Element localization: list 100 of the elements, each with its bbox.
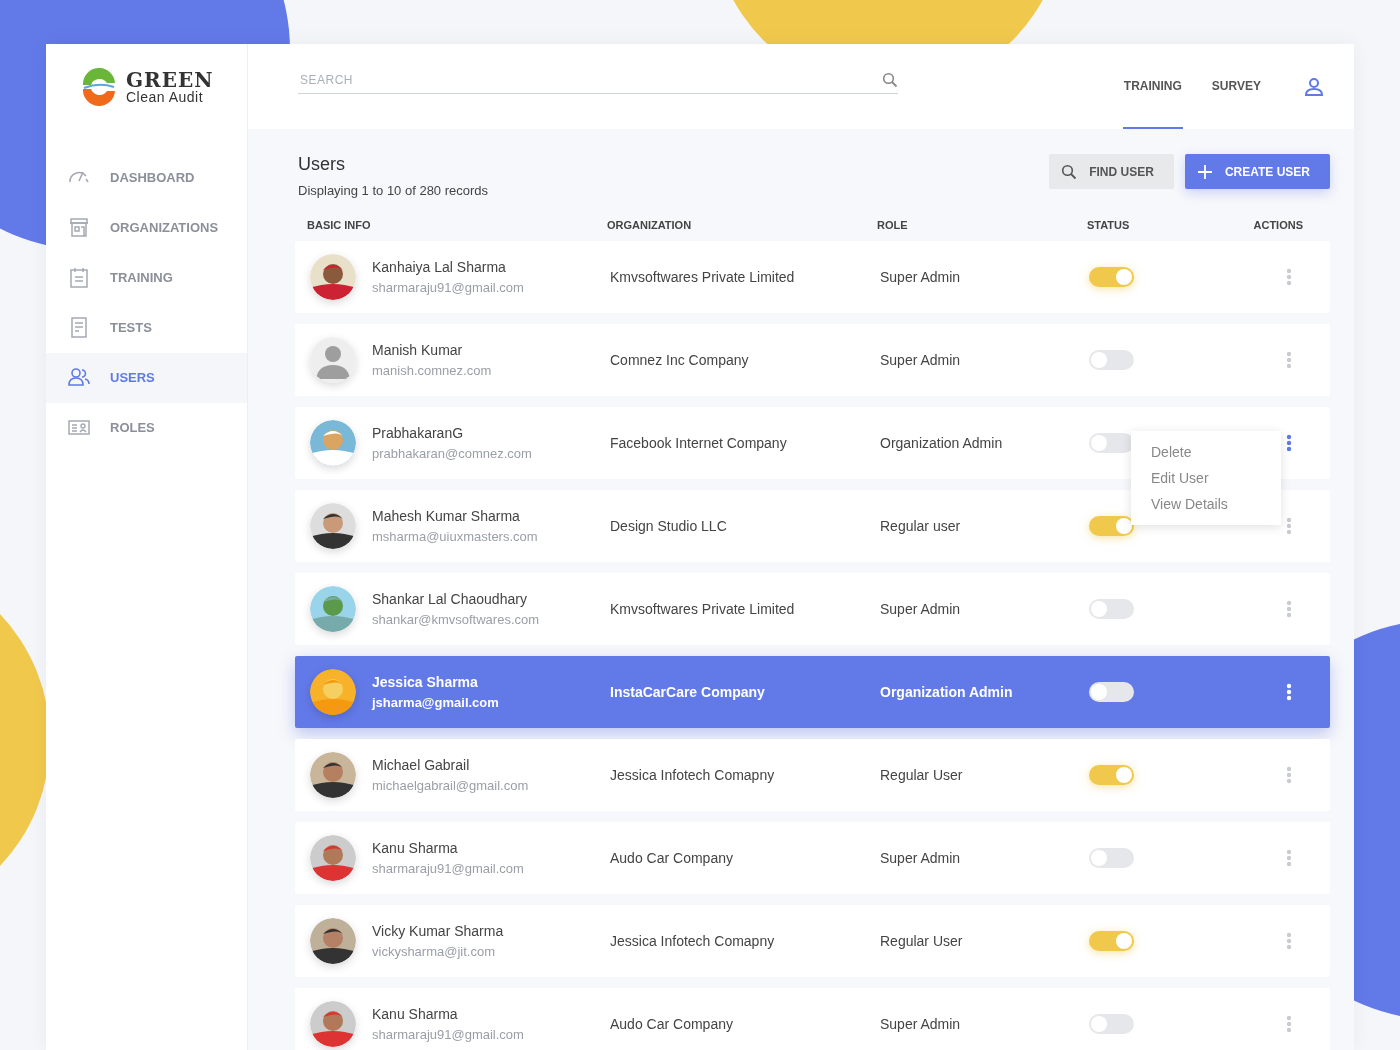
user-email: sharmaraju91@gmail.com [372, 859, 524, 878]
role-cell-text: Organization Admin [880, 433, 1004, 453]
table-row[interactable]: Kanhaiya Lal Sharma sharmaraju91@gmail.com Kmvsoftwares Private Limited Super Admin [295, 241, 1330, 313]
organization-cell-text: Kmvsoftwares Private Limited [610, 267, 796, 287]
more-icon[interactable] [1286, 766, 1292, 784]
organization-cell-text: Audo Car Company [610, 848, 734, 868]
search-icon [1061, 163, 1078, 180]
status-toggle[interactable] [1089, 433, 1134, 453]
status-toggle[interactable] [1089, 931, 1134, 951]
user-name: Shankar Lal Chaoudhary [372, 589, 528, 609]
search-icon[interactable] [882, 72, 898, 88]
user-email: jsharma@gmail.com [372, 693, 499, 712]
user-name: Kanu Sharma [372, 838, 459, 858]
user-name: Kanhaiya Lal Sharma [372, 257, 507, 277]
sidebar-label: ORGANIZATIONS [110, 219, 219, 238]
nav-tab[interactable]: SURVEY [1210, 44, 1262, 129]
status-toggle[interactable] [1089, 267, 1134, 287]
create-user-button[interactable]: CREATE USER [1184, 154, 1330, 189]
user-email: sharmaraju91@gmail.com [372, 1025, 524, 1044]
organization-cell-text: Jessica Infotech Comapny [610, 931, 776, 951]
clipboard-icon [68, 267, 90, 289]
user-email: prabhakaran@comnez.com [372, 444, 532, 463]
user-name: Kanu Sharma [372, 1004, 459, 1024]
page-title: Users [298, 153, 346, 176]
table-row[interactable]: Kanu Sharma sharmaraju91@gmail.com Audo Car Company Super Admin [295, 988, 1330, 1050]
more-icon[interactable] [1286, 268, 1292, 286]
sidebar-label: TRAINING [110, 269, 173, 288]
column-header: ROLE [877, 217, 909, 233]
role-cell-text: Super Admin [880, 599, 962, 619]
more-icon[interactable] [1286, 1015, 1292, 1033]
sidebar-label: USERS [110, 369, 155, 388]
sidebar-item[interactable]: ORGANIZATIONS [46, 203, 247, 253]
sidebar-item[interactable]: TRAINING [46, 253, 247, 303]
sidebar-label: DASHBOARD [110, 169, 195, 188]
document-icon [68, 317, 90, 339]
nav-tab[interactable]: TRAINING [1122, 44, 1183, 129]
more-icon[interactable] [1286, 517, 1292, 535]
organization-cell-text: Audo Car Company [610, 1014, 734, 1034]
table-row[interactable]: Jessica Sharma jsharma@gmail.com InstaCarCare Company Organization Admin [295, 656, 1330, 728]
sidebar-item[interactable]: USERS [46, 353, 247, 403]
menu-item[interactable]: Delete [1131, 439, 1281, 465]
more-icon[interactable] [1286, 434, 1292, 452]
user-name: PrabhakaranG [372, 423, 465, 443]
status-toggle[interactable] [1089, 350, 1134, 370]
status-toggle[interactable] [1089, 765, 1134, 785]
column-header: ORGANIZATION [607, 217, 693, 233]
user-email: manish.comnez.com [372, 361, 492, 380]
table-row[interactable]: Manish Kumar manish.comnez.com Comnez Inc Company Super Admin [295, 324, 1330, 396]
find-user-button[interactable]: FIND USER [1049, 154, 1174, 189]
user-email: msharma@uiuxmasters.com [372, 527, 538, 546]
status-toggle[interactable] [1089, 848, 1134, 868]
role-cell-text: Super Admin [880, 350, 962, 370]
more-icon[interactable] [1286, 683, 1292, 701]
role-cell-text: Super Admin [880, 1014, 962, 1034]
table-row[interactable]: Kanu Sharma sharmaraju91@gmail.com Audo Car Company Super Admin [295, 822, 1330, 894]
user-icon[interactable] [1304, 76, 1324, 97]
menu-item[interactable]: Edit User [1131, 465, 1281, 491]
more-icon[interactable] [1286, 932, 1292, 950]
menu-item[interactable]: View Details [1131, 491, 1281, 517]
status-toggle[interactable] [1089, 682, 1134, 702]
organization-cell-text: InstaCarCare Company [610, 682, 766, 702]
store-icon [68, 217, 90, 239]
more-icon[interactable] [1286, 849, 1292, 867]
sidebar-label: ROLES [110, 419, 155, 438]
user-name: Michael Gabrail [372, 755, 471, 775]
organization-cell-text: Jessica Infotech Comapny [610, 765, 776, 785]
logo-icon [80, 67, 118, 106]
sidebar-item[interactable]: DASHBOARD [46, 153, 247, 203]
more-icon[interactable] [1286, 351, 1292, 369]
role-cell-text: Organization Admin [880, 682, 1014, 702]
sidebar-label: TESTS [110, 319, 152, 338]
user-email: michaelgabrail@gmail.com [372, 776, 529, 795]
table-row[interactable]: Shankar Lal Chaoudhary shankar@kmvsoftwares.com Kmvsoftwares Private Limited Super Admin [295, 573, 1330, 645]
logo-subtitle: Clean Audit [126, 89, 205, 104]
sidebar-item[interactable]: ROLES [46, 403, 247, 453]
status-toggle[interactable] [1089, 516, 1134, 536]
user-email: sharmaraju91@gmail.com [372, 278, 524, 297]
user-name: Jessica Sharma [372, 672, 479, 692]
status-toggle[interactable] [1089, 599, 1134, 619]
more-icon[interactable] [1286, 600, 1292, 618]
status-toggle[interactable] [1089, 1014, 1134, 1034]
column-header: BASIC INFO [306, 217, 372, 233]
organization-cell-text: Kmvsoftwares Private Limited [610, 599, 796, 619]
plus-icon [1196, 163, 1213, 180]
role-cell-text: Regular User [880, 931, 964, 951]
table-row[interactable]: Michael Gabrail michaelgabrail@gmail.com Jessica Infotech Comapny Regular User [295, 739, 1330, 811]
search-field[interactable]: SEARCH [298, 70, 882, 90]
user-name: Mahesh Kumar Sharma [372, 506, 521, 526]
table-row[interactable]: Vicky Kumar Sharma vickysharma@jit.com Jessica Infotech Comapny Regular User [295, 905, 1330, 977]
role-cell-text: Super Admin [880, 848, 962, 868]
user-name: Vicky Kumar Sharma [372, 921, 504, 941]
user-email: vickysharma@jit.com [372, 942, 496, 961]
avatar-icon [310, 337, 356, 383]
role-cell-text: Super Admin [880, 267, 962, 287]
column-header: STATUS [1087, 217, 1131, 233]
sidebar-item[interactable]: TESTS [46, 303, 247, 353]
records-count: Displaying 1 to 10 of 280 records [298, 182, 489, 200]
organization-cell-text: Comnez Inc Company [610, 350, 750, 370]
users-icon [68, 367, 90, 389]
user-email: shankar@kmvsoftwares.com [372, 610, 540, 629]
